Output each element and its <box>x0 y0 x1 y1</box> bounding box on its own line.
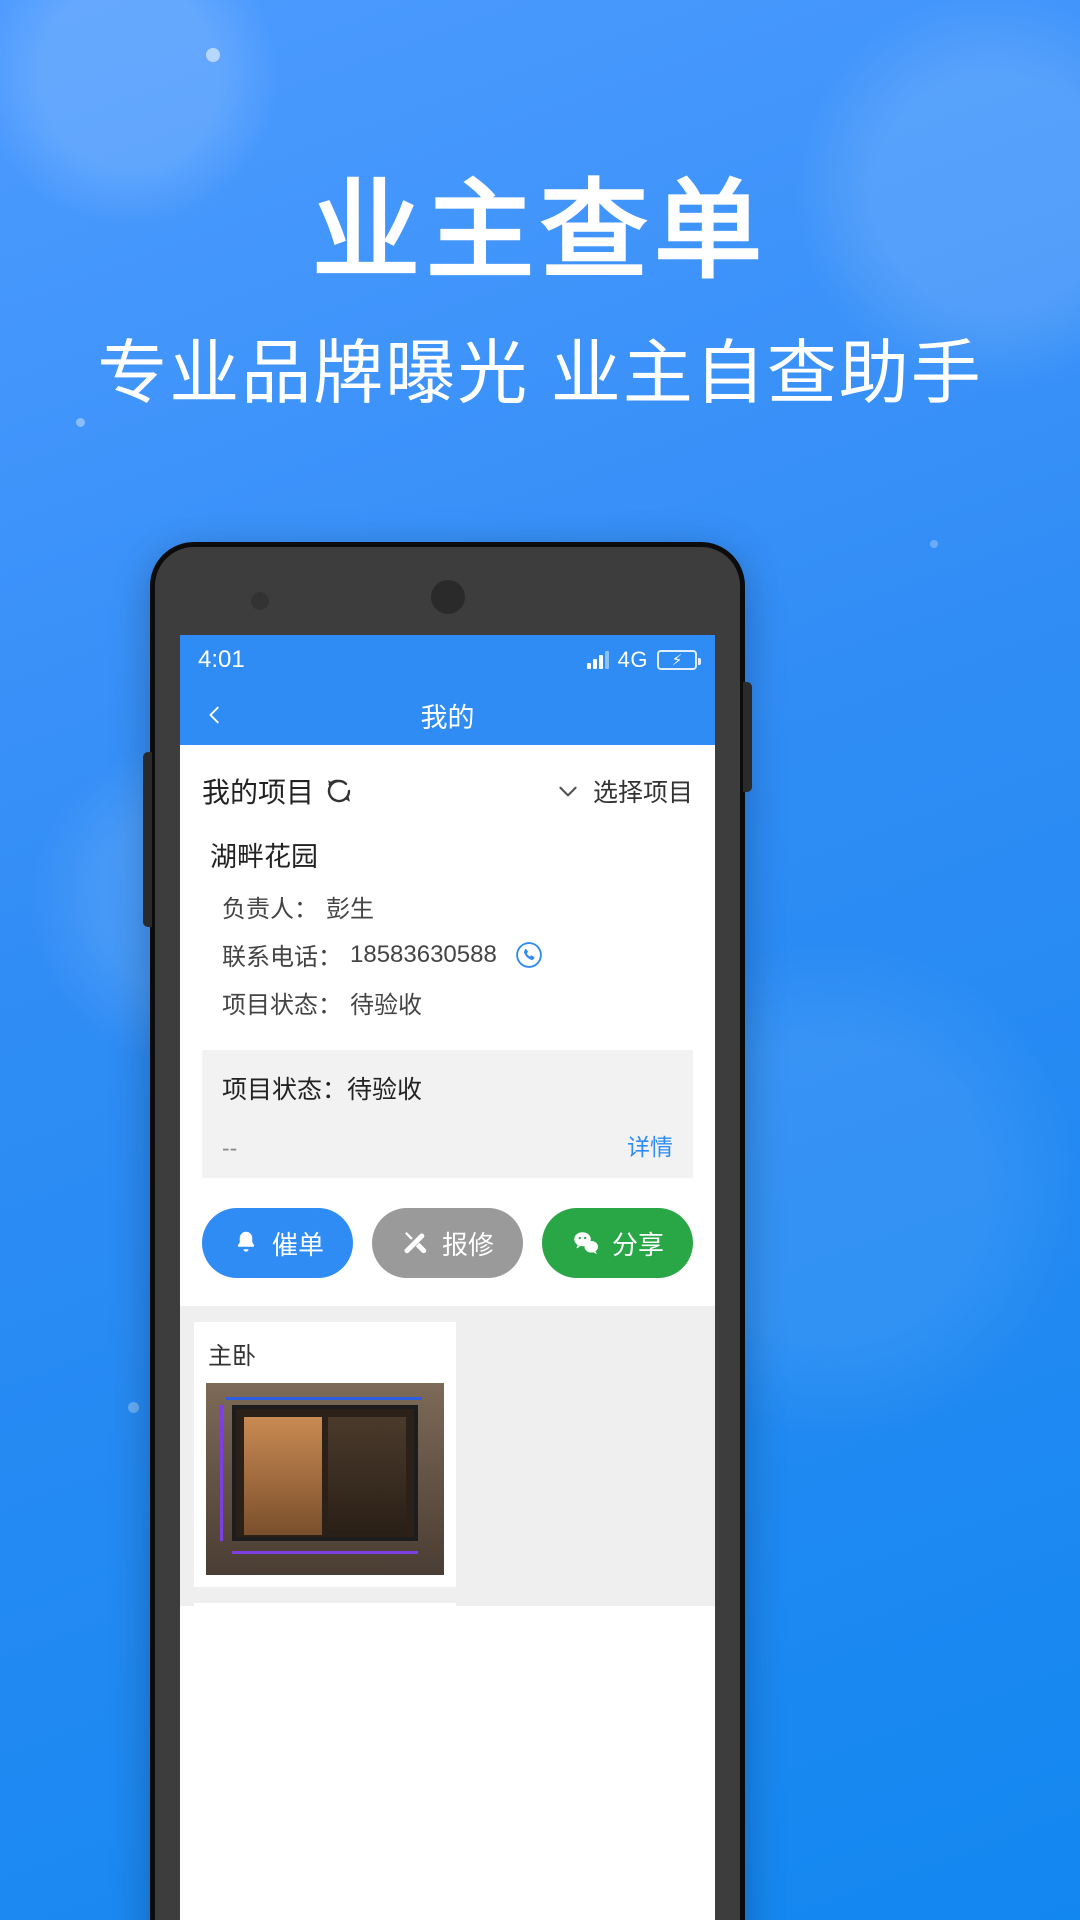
detail-label: 联系电话： <box>222 944 342 971</box>
phone-screen: 4:01 4G ⚡ 我的 我的项目 选择项目 湖畔花园 负责人： 彭生 联系电话… <box>180 635 715 1920</box>
signal-bars-icon <box>586 651 609 669</box>
remind-order-label: 催单 <box>271 1229 324 1260</box>
battery-charging-icon: ⚡ <box>657 650 701 670</box>
detail-label: 负责人： <box>222 896 318 923</box>
detail-value: 彭生 <box>326 896 374 923</box>
remind-order-button[interactable]: 催单 <box>202 1208 353 1278</box>
share-label: 分享 <box>611 1229 664 1260</box>
network-type-label: 4G <box>617 647 648 672</box>
status-card-placeholder: -- <box>222 1135 238 1161</box>
status-bar: 4:01 4G ⚡ <box>180 635 715 685</box>
select-project-button[interactable]: 选择项目 <box>555 773 693 809</box>
project-detail-row: 负责人： 彭生 <box>180 876 715 924</box>
action-button-row: 催单 报修 分享 <box>180 1178 715 1306</box>
photo-grid: 主卧 餐厅侧窗 <box>180 1306 715 1606</box>
wrench-icon <box>404 1232 427 1254</box>
project-name: 湖畔花园 <box>210 842 318 872</box>
photo-card[interactable]: 主卧 <box>194 1322 456 1587</box>
status-time: 4:01 <box>198 646 245 673</box>
bell-icon <box>237 1231 255 1252</box>
refresh-icon[interactable] <box>324 776 354 806</box>
detail-label: 项目状态： <box>222 992 342 1019</box>
screen-content: 我的项目 选择项目 湖畔花园 负责人： 彭生 联系电话： 18583630588… <box>180 745 715 1606</box>
phone-volume-button[interactable] <box>143 752 152 927</box>
decor-bubble <box>206 48 220 62</box>
section-header: 我的项目 选择项目 <box>180 745 715 827</box>
section-title: 我的项目 <box>202 777 315 808</box>
report-repair-label: 报修 <box>441 1229 494 1260</box>
detail-value: 18583630588 <box>350 940 497 968</box>
status-card-title: 项目状态：待验收 <box>222 1076 423 1104</box>
nav-bar: 我的 <box>180 685 715 745</box>
project-detail-row: 项目状态： 待验收 <box>180 972 715 1020</box>
promo-title: 业主查单 <box>311 170 768 291</box>
promo-subtitle: 专业品牌曝光 业主自查助手 <box>97 334 983 412</box>
photo-caption: 主卧 <box>208 1343 256 1370</box>
decor-bubble <box>128 1402 139 1413</box>
project-detail-row: 联系电话： 18583630588 <box>180 924 715 972</box>
page-title: 我的 <box>420 702 475 733</box>
share-button[interactable]: 分享 <box>542 1208 693 1278</box>
photo-thumbnail[interactable] <box>206 1383 444 1575</box>
status-card-detail-link[interactable]: 详情 <box>627 1128 673 1162</box>
wechat-icon <box>574 1232 598 1254</box>
detail-value: 待验收 <box>350 992 422 1019</box>
select-project-label: 选择项目 <box>592 779 693 807</box>
phone-power-button[interactable] <box>743 682 752 792</box>
earpiece-speaker <box>430 580 465 614</box>
photo-card[interactable]: 餐厅侧窗 <box>194 1603 456 1606</box>
chevron-down-icon <box>559 786 577 797</box>
report-repair-button[interactable]: 报修 <box>372 1208 523 1278</box>
decor-bubble <box>76 418 85 427</box>
phone-call-icon[interactable] <box>515 941 543 969</box>
decor-bubble <box>930 540 938 548</box>
chevron-left-icon <box>209 706 219 724</box>
phone-mockup: 4:01 4G ⚡ 我的 我的项目 选择项目 湖畔花园 负责人： 彭生 联系电话… <box>143 542 752 1920</box>
back-button[interactable] <box>194 685 236 745</box>
status-card: 项目状态：待验收 -- 详情 <box>202 1050 693 1178</box>
front-camera-icon <box>251 592 269 610</box>
